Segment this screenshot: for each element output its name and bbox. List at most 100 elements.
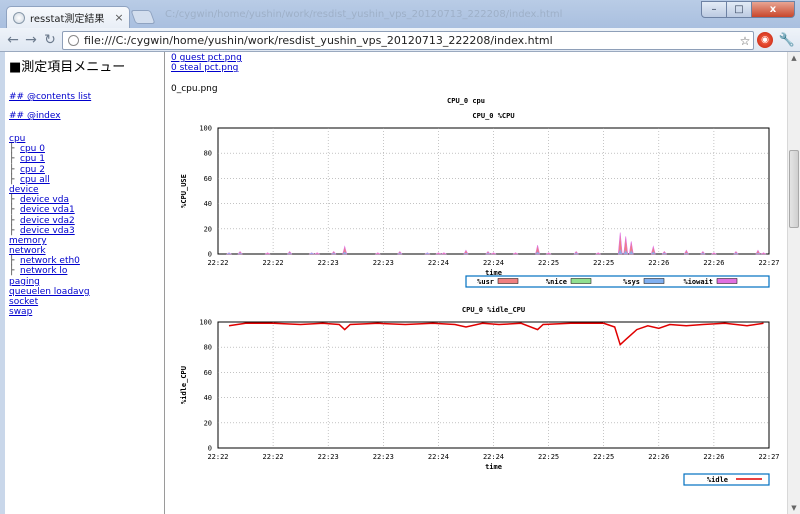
menu-link-network-eth0[interactable]: network eth0	[20, 256, 80, 266]
x-tick-label: 22:23	[373, 259, 394, 267]
y-tick-label: 40	[204, 200, 212, 208]
new-tab-button[interactable]	[130, 10, 156, 24]
menu-row: cpu	[9, 134, 90, 144]
x-tick-label: 22:22	[207, 259, 228, 267]
menu-row: ├ network lo	[9, 266, 90, 276]
menu-link-paging[interactable]: paging	[9, 277, 40, 287]
tab-close-icon[interactable]: ×	[113, 11, 125, 24]
address-url[interactable]: file:///C:/cygwin/home/yushin/work/resdi…	[84, 34, 737, 47]
index-link[interactable]: ## @index	[9, 111, 61, 121]
x-tick-label: 22:24	[428, 453, 449, 461]
scroll-thumb[interactable]	[789, 150, 799, 228]
tab-title: resstat測定結果	[30, 14, 105, 25]
x-tick-label: 22:24	[428, 259, 449, 267]
y-tick-label: 100	[199, 319, 212, 327]
menu-link-network[interactable]: network	[9, 246, 46, 256]
legend-label: %usr	[477, 278, 494, 286]
window-controls: – □ x	[701, 1, 795, 18]
back-arrow-icon[interactable]: ←	[4, 31, 22, 49]
menu-frame: ■測定項目メニュー ## @contents list ## @index cp…	[5, 52, 165, 514]
menu-link-cpu-0[interactable]: cpu 0	[20, 144, 45, 154]
menu-row: ├ device vda3	[9, 226, 90, 236]
chart-title: CPU_0 %CPU	[472, 112, 514, 120]
menu-row: paging	[9, 277, 90, 287]
menu-link-device-vda2[interactable]: device vda2	[20, 216, 75, 226]
menu-row: device	[9, 185, 90, 195]
vertical-scrollbar[interactable]: ▲ ▼	[787, 52, 800, 514]
y-tick-label: 40	[204, 394, 212, 402]
maximize-button[interactable]: □	[727, 1, 752, 18]
close-window-button[interactable]: x	[752, 1, 795, 18]
report-frame: 0 guest pct.png 0 steal pct.png 0_cpu.pn…	[166, 52, 787, 514]
menu-link-socket[interactable]: socket	[9, 297, 38, 307]
tree-branch-icon: ├	[9, 164, 15, 175]
y-tick-label: 20	[204, 419, 212, 427]
scroll-down-icon[interactable]: ▼	[788, 502, 800, 514]
menu-row: ├ device vda1	[9, 205, 90, 215]
x-tick-label: 22:26	[703, 453, 724, 461]
menu-link-cpu-1[interactable]: cpu 1	[20, 154, 45, 164]
x-tick-label: 22:25	[593, 259, 614, 267]
forward-arrow-icon[interactable]: →	[22, 31, 40, 49]
bookmark-star-icon[interactable]: ☆	[737, 34, 753, 48]
y-tick-label: 100	[199, 125, 212, 133]
menu-row: ├ cpu 0	[9, 144, 90, 154]
title-bar: resstat測定結果 × C:/cygwin/home/yushin/work…	[0, 0, 800, 28]
steal-pct-link[interactable]: 0 steal pct.png	[171, 63, 238, 73]
legend-swatch	[643, 278, 665, 284]
menu-link-network-lo[interactable]: network lo	[20, 266, 67, 276]
menu-row: queuelen loadavg	[9, 287, 90, 297]
minimize-button[interactable]: –	[701, 1, 727, 18]
cpu-usage-chart: CPU_0 %CPU 0 20 40 60 80 100 22:22 22:22 22:23 22:…	[180, 112, 780, 288]
menu-link-queuelen-loadavg[interactable]: queuelen loadavg	[9, 287, 90, 297]
figure-title: CPU_0 cpu	[447, 97, 485, 105]
page-content: ■測定項目メニュー ## @contents list ## @index cp…	[5, 52, 800, 514]
tree-branch-icon: ├	[9, 195, 15, 206]
browser-tab[interactable]: resstat測定結果 ×	[6, 6, 130, 28]
menu-row: ├ cpu 1	[9, 154, 90, 164]
contents-list-link[interactable]: ## @contents list	[9, 92, 91, 102]
menu-row: ├ network eth0	[9, 256, 90, 266]
wrench-menu-icon[interactable]: 🔧	[779, 32, 795, 48]
menu-link-swap[interactable]: swap	[9, 307, 32, 317]
y-tick-label: 0	[208, 251, 212, 259]
guest-pct-link[interactable]: 0 guest pct.png	[171, 53, 242, 63]
menu-link-cpu-2[interactable]: cpu 2	[20, 165, 45, 175]
cpu-figure: CPU_0 cpu CPU_0 %CPU 0 20 40 60 80 100 22:22 22:…	[180, 97, 780, 486]
menu-link-device-vda3[interactable]: device vda3	[20, 226, 75, 236]
image-file-name: 0_cpu.png	[171, 84, 218, 94]
x-tick-label: 22:26	[703, 259, 724, 267]
menu-row: memory	[9, 236, 90, 246]
legend-swatch	[716, 278, 738, 284]
chart-title: CPU_0 %idle_CPU	[462, 306, 525, 314]
menu-link-device-vda[interactable]: device vda	[20, 195, 69, 205]
tree-branch-icon: ├	[9, 205, 15, 216]
menu-link-device[interactable]: device	[9, 185, 39, 195]
scroll-up-icon[interactable]: ▲	[788, 52, 800, 64]
legend-label: %sys	[623, 278, 640, 286]
y-axis-label: %CPU_USE	[180, 174, 188, 208]
x-tick-label: 22:27	[758, 453, 779, 461]
idle-cpu-chart: CPU_0 %idle_CPU 0 20 40 60 80 100 22:22 22:22 22:…	[180, 306, 780, 486]
address-bar[interactable]: file:///C:/cygwin/home/yushin/work/resdi…	[62, 31, 754, 50]
x-tick-label: 22:22	[263, 453, 284, 461]
x-tick-label: 22:27	[758, 259, 779, 267]
legend-label: %idle	[707, 476, 728, 484]
menu-link-device-vda1[interactable]: device vda1	[20, 205, 75, 215]
y-tick-label: 60	[204, 175, 212, 183]
page-info-icon[interactable]	[68, 35, 79, 46]
x-tick-label: 22:22	[263, 259, 284, 267]
menu-row: ├ device vda2	[9, 216, 90, 226]
menu-link-cpu-all[interactable]: cpu all	[20, 175, 50, 185]
extension-icon[interactable]: ◉	[757, 32, 773, 48]
x-tick-label: 22:26	[648, 453, 669, 461]
menu-link-cpu[interactable]: cpu	[9, 134, 25, 144]
tree-branch-icon: ├	[9, 225, 15, 236]
tree-branch-icon: ├	[9, 174, 15, 185]
y-tick-label: 80	[204, 344, 212, 352]
reload-icon[interactable]: ↻	[41, 31, 59, 49]
menu-link-memory[interactable]: memory	[9, 236, 47, 246]
x-tick-label: 22:24	[483, 259, 504, 267]
menu-title: ■測定項目メニュー	[9, 60, 126, 75]
menu-row: ├ cpu 2	[9, 165, 90, 175]
